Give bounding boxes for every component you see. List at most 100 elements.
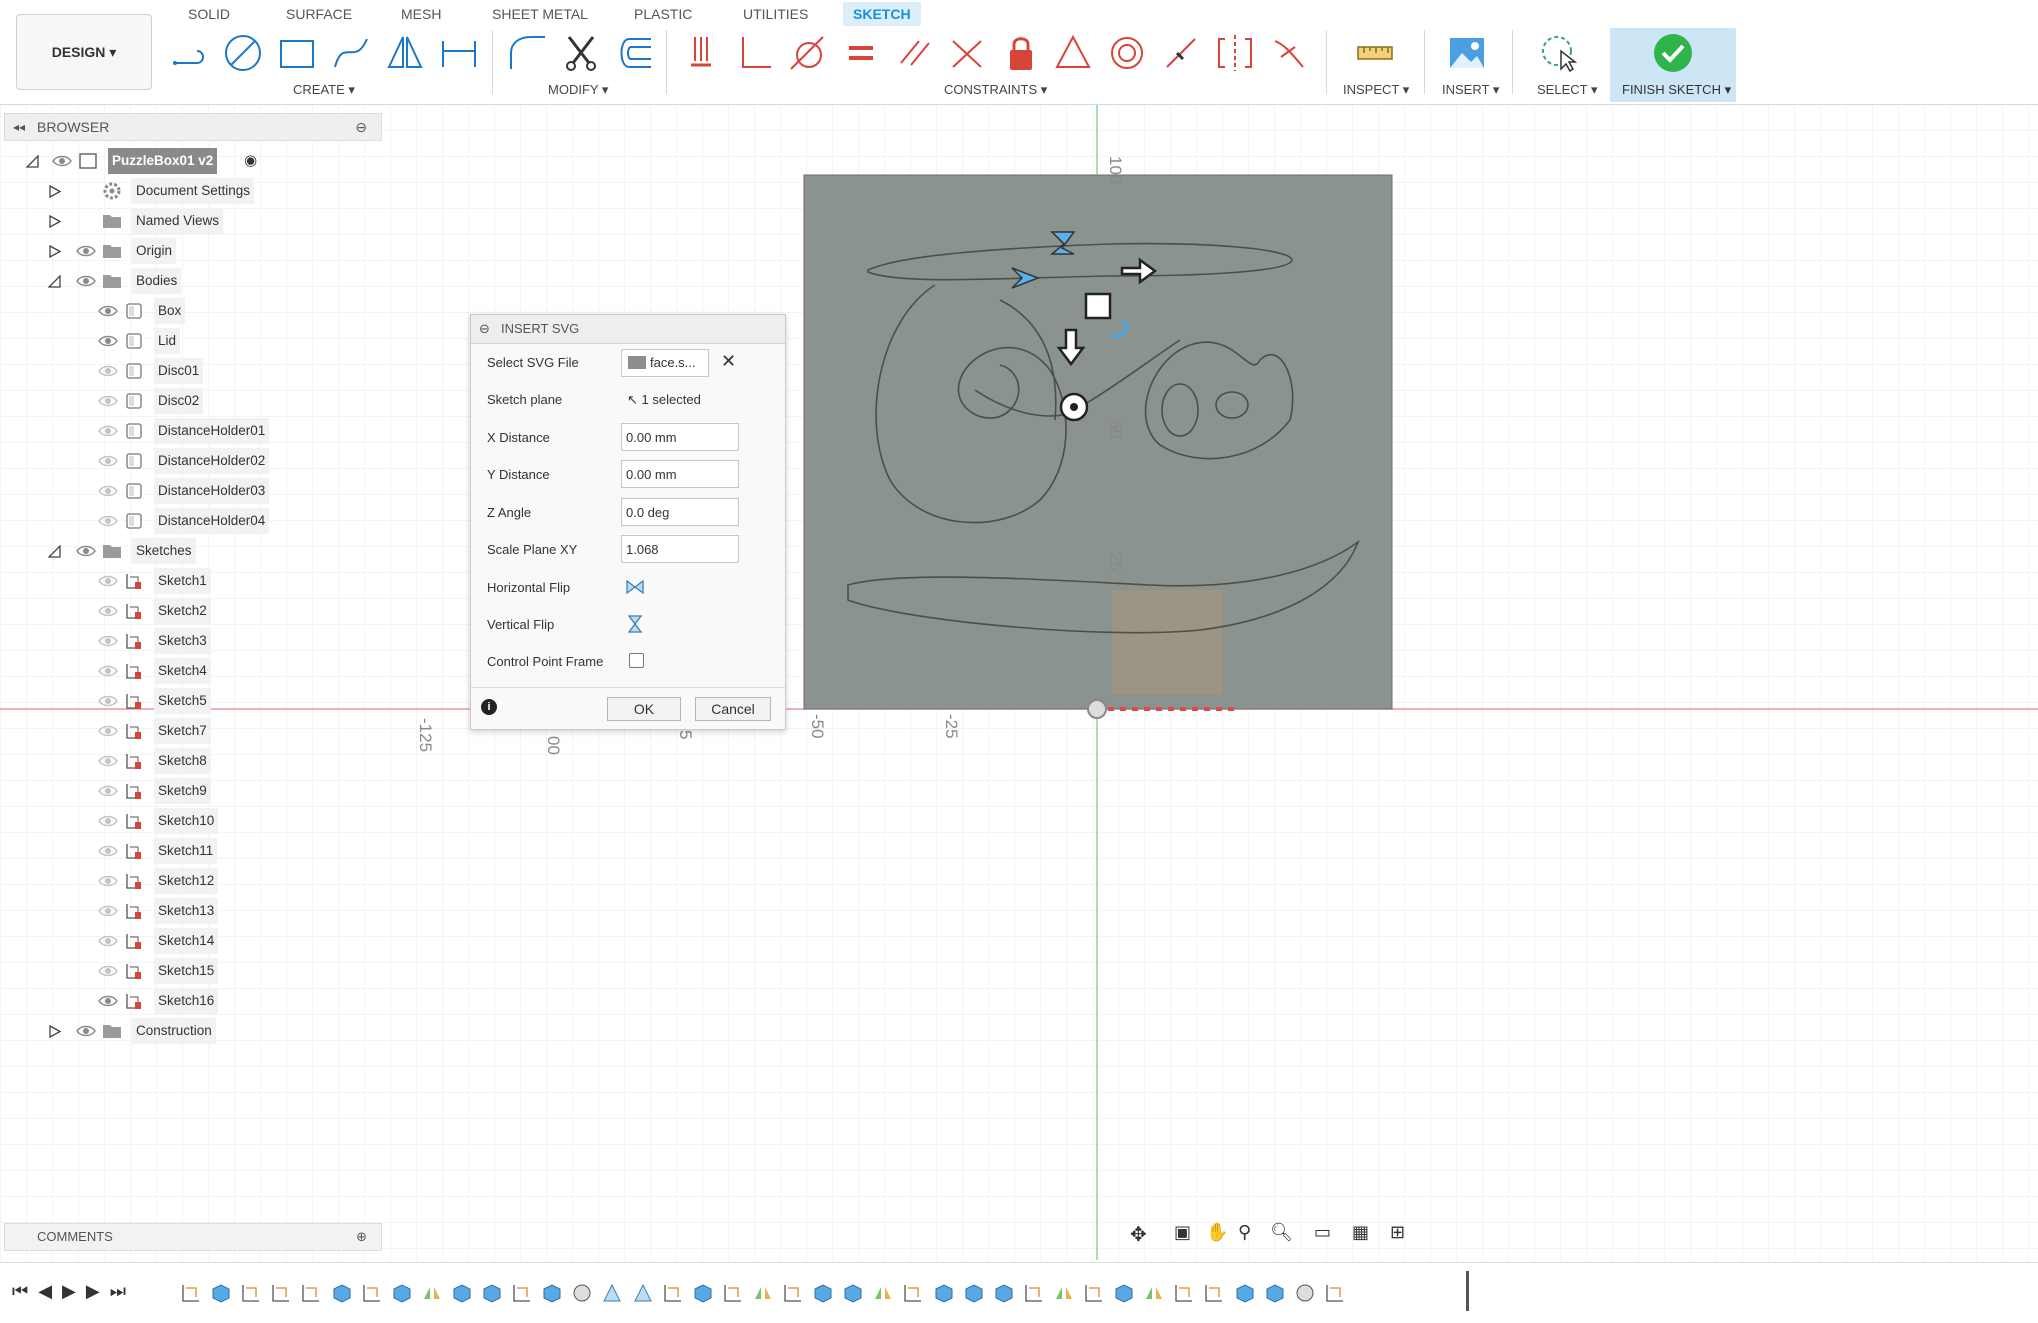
browser-tree-item[interactable]: Origin [0,238,380,264]
fix-lock-icon[interactable] [998,30,1044,76]
expand-down-icon[interactable] [26,155,39,168]
visibility-off-icon[interactable] [98,424,118,438]
browser-tree-item[interactable]: Sketches [0,538,380,564]
browser-tree-item[interactable]: DistanceHolder04 [0,508,380,534]
tab-solid[interactable]: SOLID [178,2,240,26]
timeline-body-icon[interactable] [1264,1282,1286,1304]
y-distance-input[interactable]: 0.00 mm [621,460,739,488]
visibility-eye-icon[interactable] [98,334,118,348]
timeline-body-icon[interactable] [842,1282,864,1304]
tab-plastic[interactable]: PLASTIC [624,2,702,26]
timeline-body-icon[interactable] [451,1282,473,1304]
vertical-flip-icon[interactable] [625,614,645,634]
expand-right-icon[interactable] [48,245,61,258]
perpendicular-constraint-icon[interactable] [732,30,778,76]
browser-tree-item[interactable]: Sketch13 [0,898,380,924]
grid-settings-icon[interactable]: ▦ [1352,1222,1369,1243]
visibility-eye-icon[interactable] [76,244,96,258]
visibility-off-icon[interactable] [98,514,118,528]
visibility-eye-icon[interactable] [76,544,96,558]
create-group-label[interactable]: CREATE ▾ [293,82,355,98]
browser-tree-item[interactable]: Sketch16 [0,988,380,1014]
ok-button[interactable]: OK [607,697,681,721]
timeline-sketch-icon[interactable] [662,1282,684,1304]
visibility-off-icon[interactable] [98,784,118,798]
browser-tree-item[interactable]: Construction [0,1018,380,1044]
browser-tree-item[interactable]: Sketch15 [0,958,380,984]
timeline-body-icon[interactable] [1234,1282,1256,1304]
browser-tree-item[interactable]: Sketch1 [0,568,380,594]
visibility-off-icon[interactable] [98,754,118,768]
tab-utilities[interactable]: UTILITIES [733,2,818,26]
browser-tree-item[interactable]: Lid [0,328,380,354]
browser-tree-item[interactable]: DistanceHolder03 [0,478,380,504]
x-distance-input[interactable]: 0.00 mm [621,423,739,451]
tab-sheet-metal[interactable]: SHEET METAL [482,2,598,26]
free-move-handle[interactable] [1084,292,1112,320]
visibility-off-icon[interactable] [98,634,118,648]
z-angle-input[interactable]: 0.0 deg [621,498,739,526]
browser-tree-item[interactable]: Disc01 [0,358,380,384]
clear-file-close-icon[interactable]: ✕ [721,351,736,372]
scale-plane-input[interactable]: 1.068 [621,535,739,563]
fit-zoom-icon[interactable]: 🔍︎ [1270,1222,1293,1243]
browser-tree-item[interactable]: Sketch2 [0,598,380,624]
visibility-off-icon[interactable] [98,604,118,618]
midpoint-constraint-icon[interactable] [1158,30,1204,76]
modify-group-label[interactable]: MODIFY ▾ [548,82,608,98]
timeline-revolve-icon[interactable] [571,1282,593,1304]
sketch-plane-rect[interactable] [803,174,1393,710]
browser-tree-item[interactable]: Sketch3 [0,628,380,654]
browser-tree-item[interactable]: Bodies [0,268,380,294]
workspace-switcher[interactable]: DESIGN ▾ [16,14,152,90]
cancel-button[interactable]: Cancel [695,697,771,721]
measure-ruler-icon[interactable] [1352,30,1398,76]
timeline-sketch-icon[interactable] [782,1282,804,1304]
look-at-icon[interactable]: ▣ [1174,1222,1191,1243]
timeline-revolve-icon[interactable] [1294,1282,1316,1304]
browser-tree-item[interactable]: Document Settings [0,178,380,204]
timeline-body-icon[interactable] [812,1282,834,1304]
expand-down-icon[interactable] [48,275,61,288]
timeline-body-icon[interactable] [993,1282,1015,1304]
line-tool-icon[interactable] [168,30,214,76]
visibility-off-icon[interactable] [98,814,118,828]
timeline-sketch-icon[interactable] [1173,1282,1195,1304]
timeline-body-icon[interactable] [963,1282,985,1304]
browser-tree-item[interactable]: Box [0,298,380,324]
timeline-sketch-icon[interactable] [300,1282,322,1304]
browser-tree-item[interactable]: Sketch12 [0,868,380,894]
browser-tree-item[interactable]: Sketch14 [0,928,380,954]
dialog-header[interactable]: ⊖ INSERT SVG [471,315,785,344]
symmetric-triangle-icon[interactable] [1050,30,1096,76]
timeline-sketch-icon[interactable] [270,1282,292,1304]
visibility-off-icon[interactable] [98,694,118,708]
tangent-constraint-icon[interactable] [784,30,830,76]
constraints-group-label[interactable]: CONSTRAINTS ▾ [944,82,1047,98]
activate-target-icon[interactable]: ◉ [244,148,257,174]
visibility-off-icon[interactable] [98,454,118,468]
dimension-tool-icon[interactable] [436,30,482,76]
timeline-sketch-icon[interactable] [722,1282,744,1304]
timeline-tri-icon[interactable] [632,1282,654,1304]
browser-options-icon[interactable]: ⊖ [355,114,367,140]
timeline-tri-icon[interactable] [601,1282,623,1304]
timeline-body-icon[interactable] [1113,1282,1135,1304]
timeline-playback-controls[interactable]: ⏮◀▶▶⏭ [12,1281,136,1302]
visibility-eye-icon[interactable] [98,994,118,1008]
trim-tool-icon[interactable] [558,30,604,76]
horizontal-flip-icon[interactable] [625,577,645,597]
select-lasso-icon[interactable] [1536,30,1582,76]
visibility-off-icon[interactable] [98,364,118,378]
browser-tree-item[interactable]: Named Views [0,208,380,234]
browser-tree-item[interactable]: Sketch9 [0,778,380,804]
visibility-eye-icon[interactable] [76,274,96,288]
fillet-tool-icon[interactable] [504,30,550,76]
visibility-off-icon[interactable] [98,934,118,948]
visibility-off-icon[interactable] [98,904,118,918]
timeline-mirror-icon[interactable] [421,1282,443,1304]
browser-root-item[interactable]: PuzzleBox01 v2 ◉ [0,148,380,174]
visibility-off-icon[interactable] [98,484,118,498]
timeline-mirror-icon[interactable] [872,1282,894,1304]
browser-tree-item[interactable]: Sketch4 [0,658,380,684]
